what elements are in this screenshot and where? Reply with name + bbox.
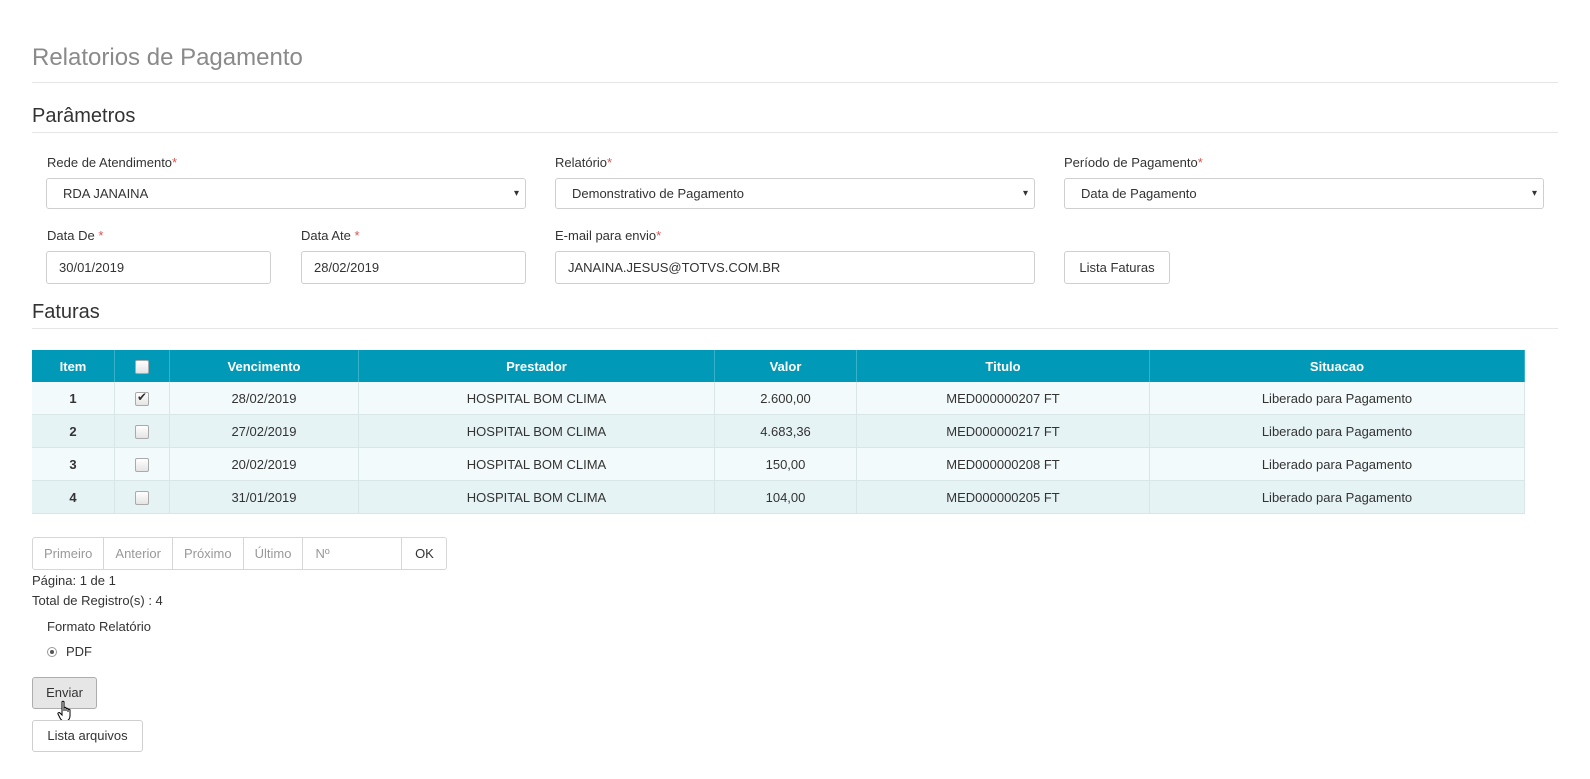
faturas-title: Faturas [32,301,100,323]
data-ate-input[interactable]: 28/02/2019 [301,251,526,284]
cell-vencimento: 28/02/2019 [169,382,359,415]
table-row[interactable]: 3 20/02/2019 HOSPITAL BOM CLIMA 150,00 M… [32,447,1525,481]
chevron-down-icon: ▾ [513,188,519,199]
pdf-radio-label[interactable]: PDF [66,644,92,659]
col-titulo[interactable]: Titulo [856,350,1150,382]
relatorio-value: Demonstrativo de Pagamento [572,186,744,201]
select-all-checkbox[interactable] [135,359,149,374]
pagina-text: Página: 1 de 1 [32,573,116,588]
cell-select [114,414,170,448]
col-item[interactable]: Item [32,350,115,382]
cell-vencimento: 27/02/2019 [169,414,359,448]
cell-select [114,447,170,481]
required-mark: * [172,155,178,170]
row-checkbox[interactable] [135,490,149,505]
col-vencimento[interactable]: Vencimento [169,350,359,382]
row-checkbox[interactable] [135,457,149,472]
rede-value: RDA JANAINA [63,186,149,201]
periodo-pagamento-select[interactable]: Data de Pagamento ▾ [1064,178,1544,209]
title-divider [32,82,1558,83]
cell-valor: 4.683,36 [714,414,857,448]
email-label: E-mail para envio* [555,228,662,243]
chevron-down-icon: ▾ [1531,188,1537,199]
pager-ok-button[interactable]: OK [402,538,446,569]
cell-prestador: HOSPITAL BOM CLIMA [358,382,715,415]
table-row[interactable]: 1 28/02/2019 HOSPITAL BOM CLIMA 2.600,00… [32,382,1525,415]
cell-item: 3 [32,447,115,481]
cell-prestador: HOSPITAL BOM CLIMA [358,447,715,481]
required-mark: * [98,228,104,243]
pager-anterior-button[interactable]: Anterior [104,538,173,569]
faturas-divider [32,328,1558,329]
faturas-table: Item Vencimento Prestador Valor Titulo S… [32,350,1525,514]
relatorio-select[interactable]: Demonstrativo de Pagamento ▾ [555,178,1035,209]
cell-item: 4 [32,480,115,514]
cell-titulo: MED000000208 FT [856,447,1150,481]
relatorio-label: Relatório* [555,155,613,170]
data-de-input[interactable]: 30/01/2019 [46,251,271,284]
cell-item: 1 [32,382,115,415]
data-ate-label: Data Ate * [301,228,360,243]
cell-valor: 2.600,00 [714,382,857,415]
col-prestador[interactable]: Prestador [358,350,715,382]
cell-situacao: Liberado para Pagamento [1149,414,1525,448]
cell-vencimento: 20/02/2019 [169,447,359,481]
row-checkbox[interactable] [135,390,149,406]
periodo-value: Data de Pagamento [1081,186,1197,201]
pager-primeiro-button[interactable]: Primeiro [33,538,105,569]
parametros-title: Parâmetros [32,105,136,127]
cell-titulo: MED000000207 FT [856,382,1150,415]
email-input[interactable]: JANAINA.JESUS@TOTVS.COM.BR [555,251,1035,284]
col-select-all [114,350,170,382]
rede-atendimento-select[interactable]: RDA JANAINA ▾ [46,178,526,209]
required-mark: * [607,155,613,170]
required-mark: * [656,228,662,243]
cell-valor: 150,00 [714,447,857,481]
cell-situacao: Liberado para Pagamento [1149,382,1525,415]
cell-situacao: Liberado para Pagamento [1149,480,1525,514]
page-number-input[interactable]: Nº [303,538,403,569]
cell-item: 2 [32,414,115,448]
col-valor[interactable]: Valor [714,350,857,382]
required-mark: * [354,228,360,243]
pdf-radio[interactable] [47,647,57,657]
periodo-label: Período de Pagamento* [1064,155,1203,170]
pager-ultimo-button[interactable]: Último [244,538,304,569]
cell-situacao: Liberado para Pagamento [1149,447,1525,481]
parametros-divider [32,132,1558,133]
page-title: Relatorios de Pagamento [32,44,303,71]
lista-faturas-button[interactable]: Lista Faturas [1064,251,1170,284]
cell-prestador: HOSPITAL BOM CLIMA [358,480,715,514]
data-de-label: Data De * [47,228,104,243]
chevron-down-icon: ▾ [1022,188,1028,199]
cell-select [114,382,170,415]
cell-prestador: HOSPITAL BOM CLIMA [358,414,715,448]
col-situacao[interactable]: Situacao [1149,350,1525,382]
total-registros-text: Total de Registro(s) : 4 [32,593,163,608]
pagination: Primeiro Anterior Próximo Último Nº OK [32,537,448,570]
required-mark: * [1197,155,1203,170]
cell-select [114,480,170,514]
formato-relatorio-label: Formato Relatório [47,619,152,634]
pager-proximo-button[interactable]: Próximo [173,538,244,569]
cell-valor: 104,00 [714,480,857,514]
cell-vencimento: 31/01/2019 [169,480,359,514]
table-row[interactable]: 4 31/01/2019 HOSPITAL BOM CLIMA 104,00 M… [32,480,1525,514]
cell-titulo: MED000000217 FT [856,414,1150,448]
table-header-row: Item Vencimento Prestador Valor Titulo S… [32,350,1525,382]
table-row[interactable]: 2 27/02/2019 HOSPITAL BOM CLIMA 4.683,36… [32,414,1525,448]
cell-titulo: MED000000205 FT [856,480,1150,514]
row-checkbox[interactable] [135,424,149,439]
rede-label: Rede de Atendimento* [47,155,178,170]
lista-arquivos-button[interactable]: Lista arquivos [32,720,143,752]
